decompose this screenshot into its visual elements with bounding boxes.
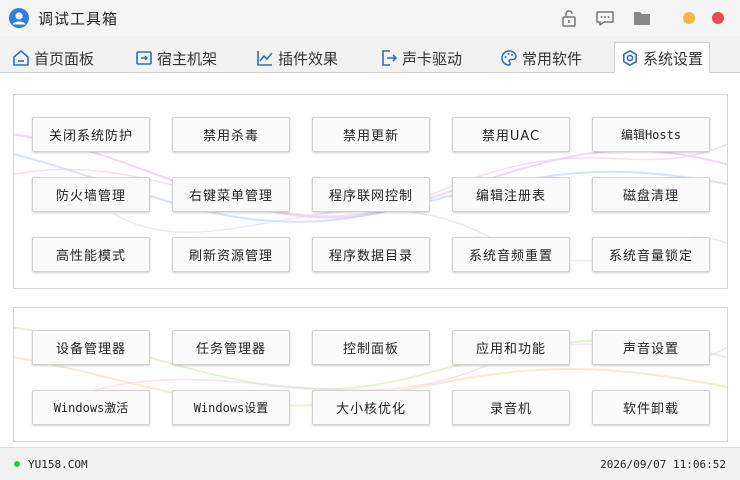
tab-label: 宿主机架 [157, 49, 218, 68]
chart-line-icon [257, 51, 273, 66]
close-button[interactable] [712, 12, 724, 24]
edit-hosts-button[interactable]: 编辑Hosts [592, 117, 710, 152]
gear-icon [623, 50, 637, 66]
windows-settings-button[interactable]: Windows设置 [172, 390, 290, 425]
audio-reset-button[interactable]: 系统音频重置 [452, 237, 570, 272]
app-title: 调试工具箱 [38, 10, 119, 28]
tab-label: 插件效果 [278, 49, 339, 68]
lock-icon[interactable] [559, 8, 579, 28]
app-network-control-button[interactable]: 程序联网控制 [312, 177, 430, 212]
voice-recorder-button[interactable]: 录音机 [452, 390, 570, 425]
folder-icon[interactable] [632, 8, 652, 28]
tab-label: 声卡驱动 [402, 49, 463, 68]
tab-sound-driver[interactable]: 声卡驱动 [380, 43, 462, 73]
tab-label: 首页面板 [34, 49, 95, 68]
control-panel-button[interactable]: 控制面板 [312, 330, 430, 365]
tab-system-settings[interactable]: 系统设置 [614, 42, 711, 74]
tab-label: 常用软件 [522, 49, 583, 68]
sound-settings-button[interactable]: 声音设置 [592, 330, 710, 365]
disable-antivirus-button[interactable]: 禁用杀毒 [172, 117, 290, 152]
program-data-dir-button[interactable]: 程序数据目录 [312, 237, 430, 272]
title-bar: 调试工具箱 [0, 0, 740, 36]
chat-icon[interactable] [595, 8, 615, 28]
device-manager-button[interactable]: 设备管理器 [32, 330, 150, 365]
palette-icon [501, 50, 517, 66]
tab-software[interactable]: 常用软件 [500, 43, 582, 73]
core-optimize-button[interactable]: 大小核优化 [312, 390, 430, 425]
tab-plugins[interactable]: 插件效果 [256, 43, 338, 73]
export-icon [382, 50, 398, 66]
disable-uac-button[interactable]: 禁用UAC [452, 117, 570, 152]
status-datetime: 2026/09/07 11:06:52 [600, 458, 726, 471]
system-settings-panel: 关闭系统防护 禁用杀毒 禁用更新 禁用UAC 编辑Hosts 防火墙管理 右键菜… [0, 73, 740, 448]
minimize-button[interactable] [683, 12, 695, 24]
tab-bar: 首页面板 宿主机架 插件效果 声卡驱动 常用软件 系统设置 [0, 37, 740, 74]
tab-home[interactable]: 首页面板 [12, 43, 94, 73]
disk-cleanup-button[interactable]: 磁盘清理 [592, 177, 710, 212]
windows-activation-button[interactable]: Windows激活 [32, 390, 150, 425]
refresh-explorer-button[interactable]: 刷新资源管理 [172, 237, 290, 272]
task-manager-button[interactable]: 任务管理器 [172, 330, 290, 365]
system-group: 关闭系统防护 禁用杀毒 禁用更新 禁用UAC 编辑Hosts 防火墙管理 右键菜… [13, 94, 728, 289]
status-bar: YU158.COM 2026/09/07 11:06:52 [0, 449, 740, 480]
edit-registry-button[interactable]: 编辑注册表 [452, 177, 570, 212]
volume-lock-button[interactable]: 系统音量锁定 [592, 237, 710, 272]
tab-label: 系统设置 [643, 49, 704, 68]
firewall-manage-button[interactable]: 防火墙管理 [32, 177, 150, 212]
site-link[interactable]: YU158.COM [28, 458, 88, 471]
host-icon [136, 51, 152, 65]
high-performance-button[interactable]: 高性能模式 [32, 237, 150, 272]
disable-update-button[interactable]: 禁用更新 [312, 117, 430, 152]
status-indicator [14, 461, 20, 467]
disable-system-protection-button[interactable]: 关闭系统防护 [32, 117, 150, 152]
tools-group: 设备管理器 任务管理器 控制面板 应用和功能 声音设置 Windows激活 Wi… [13, 307, 728, 442]
apps-features-button[interactable]: 应用和功能 [452, 330, 570, 365]
uninstall-software-button[interactable]: 软件卸载 [592, 390, 710, 425]
home-icon [13, 50, 29, 66]
context-menu-manage-button[interactable]: 右键菜单管理 [172, 177, 290, 212]
tab-host[interactable]: 宿主机架 [135, 43, 217, 73]
user-avatar-icon [9, 8, 29, 28]
